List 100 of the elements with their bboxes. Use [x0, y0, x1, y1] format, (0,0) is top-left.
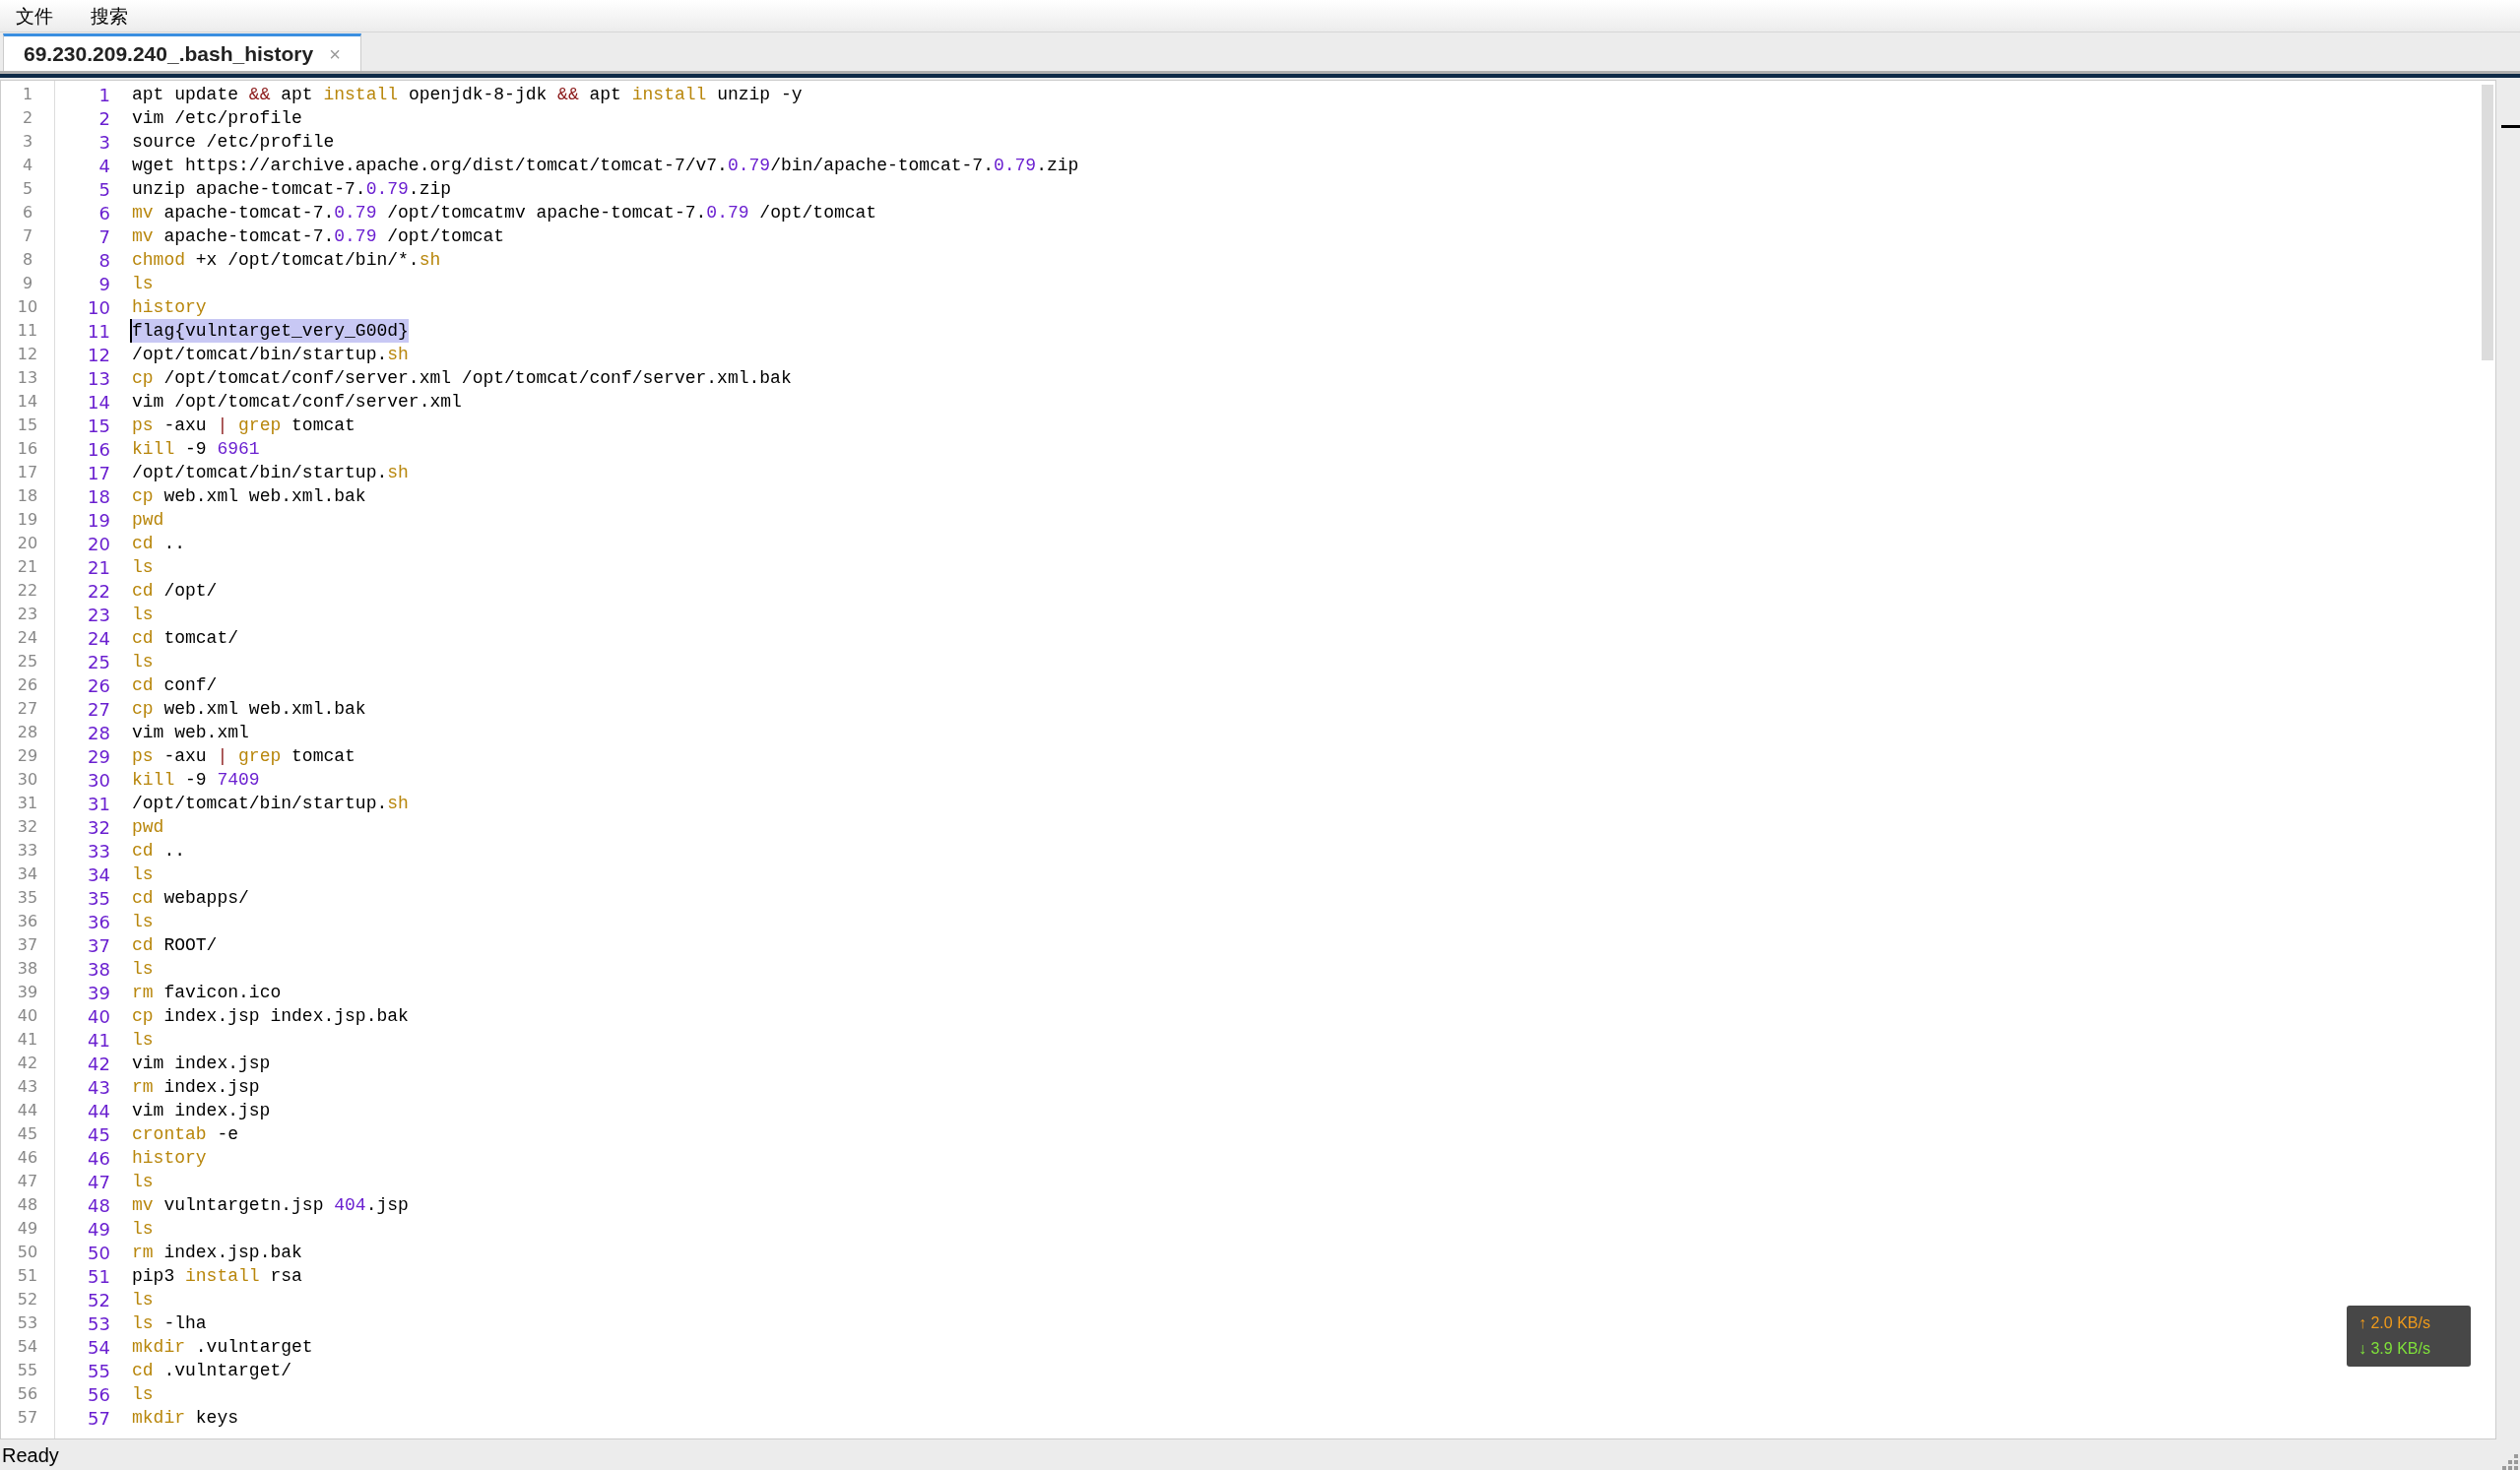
code-line: kill -9 7409 [132, 769, 260, 792]
line-index: 30 [16, 769, 39, 791]
code-line: rm index.jsp.bak [132, 1242, 302, 1264]
line-number: 5 [97, 177, 110, 202]
line-number: 56 [87, 1382, 110, 1407]
line-index: 12 [16, 344, 39, 365]
code-line: ls [132, 958, 154, 981]
line-index: 40 [16, 1005, 39, 1027]
line-number: 14 [87, 390, 110, 415]
code-line: vim /opt/tomcat/conf/server.xml [132, 391, 462, 414]
code-line: history [132, 296, 207, 319]
line-index: 17 [16, 462, 39, 483]
code-line: rm index.jsp [132, 1076, 260, 1099]
code-line: vim /etc/profile [132, 107, 302, 130]
line-index: 6 [21, 202, 34, 224]
code-line: history [132, 1147, 207, 1170]
line-number: 42 [87, 1052, 110, 1076]
line-index: 14 [16, 391, 39, 413]
scrollbar-thumb[interactable] [2482, 85, 2493, 360]
line-index: 21 [16, 556, 39, 578]
line-number: 23 [87, 603, 110, 627]
code-line: cd /opt/ [132, 580, 218, 603]
code-line: /opt/tomcat/bin/startup.sh [132, 344, 409, 366]
code-line: cd ROOT/ [132, 934, 218, 957]
code-line: mkdir keys [132, 1407, 239, 1430]
line-number: 36 [87, 910, 110, 934]
line-number: 22 [87, 579, 110, 604]
line-number: 25 [87, 650, 110, 674]
line-index: 23 [16, 604, 39, 625]
line-index: 38 [16, 958, 39, 980]
code-line: cd .. [132, 840, 185, 863]
resize-grip-icon [2502, 1454, 2518, 1470]
code-line: cd conf/ [132, 674, 218, 697]
menu-item[interactable]: 文件 [16, 1, 53, 31]
code-line: cd .vulntarget/ [132, 1360, 292, 1382]
code-line: cd .. [132, 533, 185, 555]
line-index: 37 [16, 934, 39, 956]
code-line: rm favicon.ico [132, 982, 282, 1004]
line-number: 32 [87, 815, 110, 840]
line-number: 46 [87, 1146, 110, 1171]
line-index: 46 [16, 1147, 39, 1169]
code-line: cp index.jsp index.jsp.bak [132, 1005, 409, 1028]
line-index: 29 [16, 745, 39, 767]
line-number: 55 [87, 1359, 110, 1383]
line-index: 34 [16, 863, 39, 885]
code-line: pip3 install rsa [132, 1265, 302, 1288]
line-number: 50 [87, 1241, 110, 1265]
code-line: ps -axu | grep tomcat [132, 745, 355, 768]
line-index: 49 [16, 1218, 39, 1240]
code-line: ls -lha [132, 1312, 207, 1335]
line-number: 13 [87, 366, 110, 391]
line-index: 39 [16, 982, 39, 1003]
code-line: apt update && apt install openjdk-8-jdk && apt install unzip -y [132, 84, 803, 106]
code-line: mkdir .vulntarget [132, 1336, 313, 1359]
code-line: ls [132, 651, 154, 673]
line-index: 16 [16, 438, 39, 460]
line-number: 34 [87, 863, 110, 887]
line-index: 51 [16, 1265, 39, 1287]
line-number: 52 [87, 1288, 110, 1312]
line-index: 27 [16, 698, 39, 720]
line-number: 47 [87, 1170, 110, 1194]
line-index: 57 [16, 1407, 39, 1429]
code-line: pwd [132, 509, 164, 532]
line-number: 51 [87, 1264, 110, 1289]
code-line: vim index.jsp [132, 1100, 271, 1122]
line-index: 33 [16, 840, 39, 862]
line-number: 19 [87, 508, 110, 533]
line-index: 1 [21, 84, 34, 105]
line-number: 35 [87, 886, 110, 911]
line-index: 35 [16, 887, 39, 909]
line-number: 54 [87, 1335, 110, 1360]
line-number: 11 [87, 319, 110, 344]
overview-marker [2501, 125, 2520, 128]
line-index: 31 [16, 793, 39, 814]
line-index: 3 [21, 131, 34, 153]
line-number: 44 [87, 1099, 110, 1123]
line-index: 5 [21, 178, 34, 200]
line-index: 20 [16, 533, 39, 554]
line-index: 48 [16, 1194, 39, 1216]
line-number: 10 [87, 295, 110, 320]
line-number: 30 [87, 768, 110, 793]
line-number: 37 [87, 933, 110, 958]
code-line: /opt/tomcat/bin/startup.sh [132, 462, 409, 484]
code-line: ls [132, 1218, 154, 1241]
line-index: 56 [16, 1383, 39, 1405]
file-tab[interactable]: 69.230.209.240_.bash_history × [3, 33, 361, 71]
line-index: 28 [16, 722, 39, 743]
line-number: 49 [87, 1217, 110, 1242]
line-number: 53 [87, 1311, 110, 1336]
line-number: 21 [87, 555, 110, 580]
line-number: 26 [87, 673, 110, 698]
line-number: 15 [87, 414, 110, 438]
line-index: 26 [16, 674, 39, 696]
code-line: crontab -e [132, 1123, 239, 1146]
code-line: chmod +x /opt/tomcat/bin/*.sh [132, 249, 441, 272]
menu-item[interactable]: 搜索 [91, 1, 128, 31]
code-line: vim index.jsp [132, 1053, 271, 1075]
line-number: 43 [87, 1075, 110, 1100]
line-number: 18 [87, 484, 110, 509]
line-number: 41 [87, 1028, 110, 1053]
